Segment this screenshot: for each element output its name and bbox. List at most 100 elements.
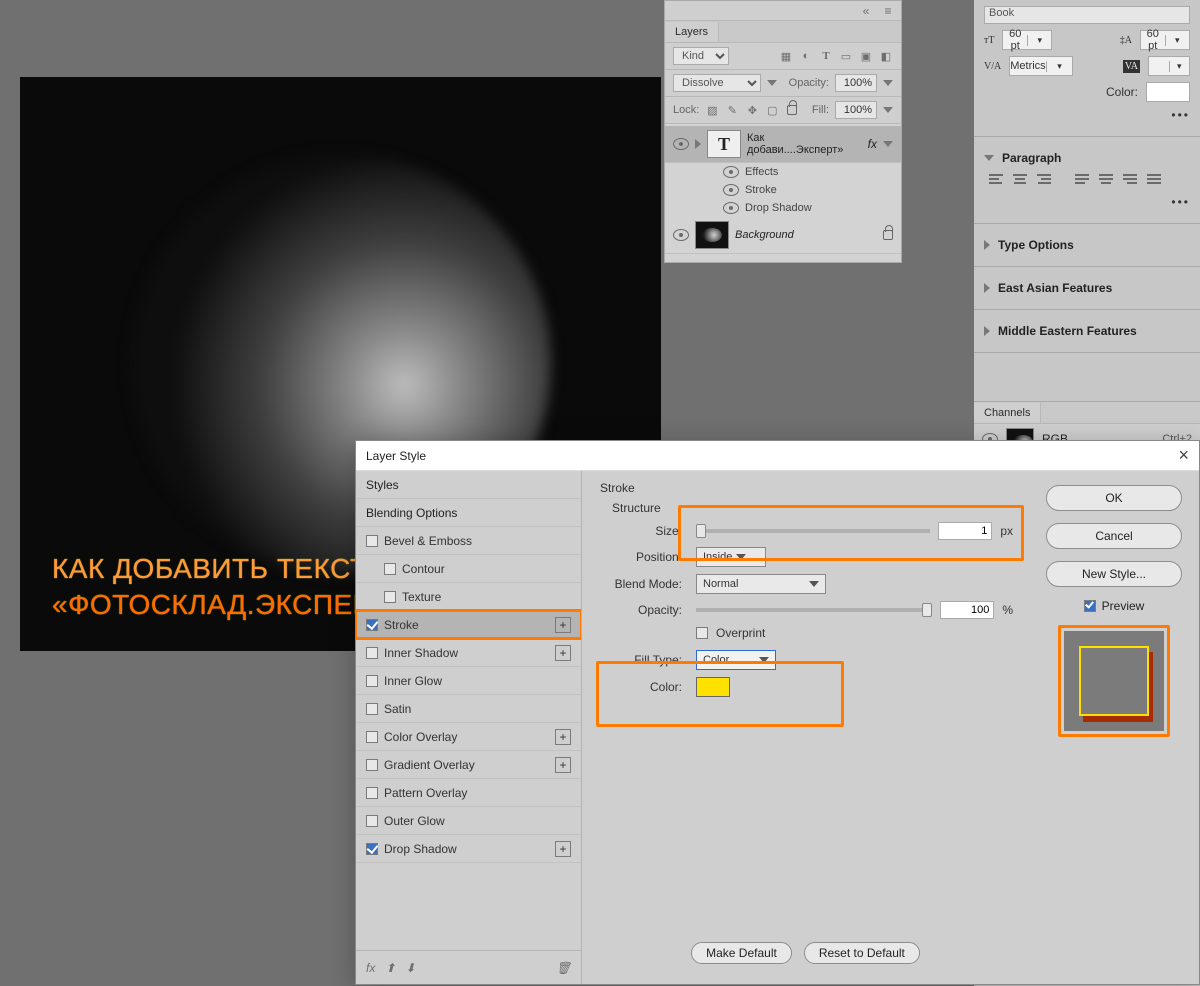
styles-header[interactable]: Styles	[356, 471, 581, 499]
leading-input[interactable]: 60 pt▾	[1140, 30, 1190, 50]
visibility-icon[interactable]	[723, 202, 739, 214]
layers-tab[interactable]: Layers	[665, 22, 719, 42]
add-instance-icon[interactable]: +	[555, 841, 571, 857]
filter-adjust-icon[interactable]: ◐	[799, 49, 813, 63]
effect-item-stroke[interactable]: Stroke+	[356, 611, 581, 639]
blend-mode-select[interactable]: Dissolve	[673, 74, 761, 92]
chevron-down-icon[interactable]	[883, 80, 893, 86]
checkbox-icon[interactable]	[366, 731, 378, 743]
opacity-slider[interactable]	[696, 608, 932, 612]
visibility-icon[interactable]	[723, 166, 739, 178]
layer-row-background[interactable]: Background	[665, 217, 901, 254]
move-down-icon[interactable]: ⬇	[405, 961, 415, 975]
effect-drop-shadow[interactable]: Drop Shadow	[745, 202, 812, 214]
opacity-input[interactable]	[835, 74, 877, 92]
more-dots-icon[interactable]: •••	[1171, 108, 1190, 122]
visibility-icon[interactable]	[673, 229, 689, 241]
effect-item-gradient-overlay[interactable]: Gradient Overlay+	[356, 751, 581, 779]
reset-default-button[interactable]: Reset to Default	[804, 942, 920, 964]
effect-item-color-overlay[interactable]: Color Overlay+	[356, 723, 581, 751]
filter-toggle-icon[interactable]: ◧	[879, 49, 893, 63]
filter-pixel-icon[interactable]: ▦	[779, 49, 793, 63]
checkbox-icon[interactable]	[366, 647, 378, 659]
layer-filter-kind[interactable]: Kind	[673, 47, 729, 65]
visibility-icon[interactable]	[723, 184, 739, 196]
chevron-down-icon[interactable]	[984, 155, 994, 161]
effect-item-contour[interactable]: Contour	[356, 555, 581, 583]
effect-item-inner-shadow[interactable]: Inner Shadow+	[356, 639, 581, 667]
new-style-button[interactable]: New Style...	[1046, 561, 1182, 587]
make-default-button[interactable]: Make Default	[691, 942, 792, 964]
chevron-down-icon[interactable]	[883, 141, 893, 147]
overprint-checkbox[interactable]	[696, 627, 708, 639]
align-center-icon[interactable]	[1010, 171, 1030, 189]
filter-shape-icon[interactable]: ▭	[839, 49, 853, 63]
font-style-select[interactable]: Book	[984, 6, 1190, 24]
checkbox-icon[interactable]	[366, 619, 378, 631]
add-instance-icon[interactable]: +	[555, 645, 571, 661]
checkbox-icon[interactable]	[366, 815, 378, 827]
effect-item-satin[interactable]: Satin	[356, 695, 581, 723]
preview-checkbox[interactable]	[1084, 600, 1096, 612]
fill-type-select[interactable]: Color	[696, 650, 776, 670]
blending-options-item[interactable]: Blending Options	[356, 499, 581, 527]
checkbox-icon[interactable]	[384, 591, 396, 603]
checkbox-icon[interactable]	[384, 563, 396, 575]
effect-item-pattern-overlay[interactable]: Pattern Overlay	[356, 779, 581, 807]
type-options-header[interactable]: Type Options	[998, 238, 1074, 252]
fx-badge[interactable]: fx	[868, 137, 877, 151]
middle-eastern-header[interactable]: Middle Eastern Features	[998, 324, 1137, 338]
align-right-icon[interactable]	[1034, 171, 1054, 189]
size-slider[interactable]	[696, 529, 930, 533]
blend-mode-select[interactable]: Normal	[696, 574, 826, 594]
lock-artboard-icon[interactable]: ▢	[765, 103, 779, 117]
tracking-input[interactable]: ▾	[1148, 56, 1190, 76]
chevron-right-icon[interactable]	[984, 326, 990, 336]
char-color-swatch[interactable]	[1146, 82, 1190, 102]
fill-input[interactable]	[835, 101, 877, 119]
paragraph-header[interactable]: Paragraph	[1002, 151, 1061, 165]
position-select[interactable]: Inside	[696, 547, 766, 567]
close-icon[interactable]: ×	[1178, 445, 1189, 466]
add-instance-icon[interactable]: +	[555, 757, 571, 773]
panel-collapse-icon[interactable]: «	[859, 4, 873, 18]
chevron-right-icon[interactable]	[695, 139, 701, 149]
justify-all-icon[interactable]	[1144, 171, 1164, 189]
font-size-input[interactable]: 60 pt▾	[1002, 30, 1052, 50]
panel-menu-icon[interactable]: ≡	[881, 4, 895, 18]
effect-item-outer-glow[interactable]: Outer Glow	[356, 807, 581, 835]
effect-item-drop-shadow[interactable]: Drop Shadow+	[356, 835, 581, 863]
checkbox-icon[interactable]	[366, 787, 378, 799]
layer-row-text[interactable]: T Как добави....Эксперт» fx	[665, 126, 901, 163]
add-instance-icon[interactable]: +	[555, 729, 571, 745]
cancel-button[interactable]: Cancel	[1046, 523, 1182, 549]
checkbox-icon[interactable]	[366, 759, 378, 771]
lock-all-icon[interactable]	[785, 103, 799, 117]
effect-item-texture[interactable]: Texture	[356, 583, 581, 611]
lock-position-icon[interactable]: ✥	[745, 103, 759, 117]
layer-name[interactable]: Background	[735, 229, 877, 241]
justify-center-icon[interactable]	[1096, 171, 1116, 189]
checkbox-icon[interactable]	[366, 843, 378, 855]
checkbox-icon[interactable]	[366, 703, 378, 715]
trash-icon[interactable]: 🗑	[556, 961, 571, 975]
checkbox-icon[interactable]	[366, 535, 378, 547]
effects-label[interactable]: Effects	[745, 166, 778, 178]
chevron-right-icon[interactable]	[984, 283, 990, 293]
effect-item-inner-glow[interactable]: Inner Glow	[356, 667, 581, 695]
checkbox-icon[interactable]	[366, 675, 378, 687]
layer-name[interactable]: Как добави....Эксперт»	[747, 132, 862, 156]
lock-paint-icon[interactable]: ✎	[725, 103, 739, 117]
filter-text-icon[interactable]: T	[819, 49, 833, 63]
ok-button[interactable]: OK	[1046, 485, 1182, 511]
more-dots-icon[interactable]: •••	[1171, 195, 1190, 209]
move-up-icon[interactable]: ⬆	[385, 961, 395, 975]
stroke-color-swatch[interactable]	[696, 677, 730, 697]
size-input[interactable]	[938, 522, 992, 540]
align-left-icon[interactable]	[986, 171, 1006, 189]
justify-right-icon[interactable]	[1120, 171, 1140, 189]
east-asian-header[interactable]: East Asian Features	[998, 281, 1112, 295]
kerning-input[interactable]: Metrics▾	[1009, 56, 1073, 76]
justify-left-icon[interactable]	[1072, 171, 1092, 189]
channels-tab[interactable]: Channels	[974, 403, 1041, 423]
